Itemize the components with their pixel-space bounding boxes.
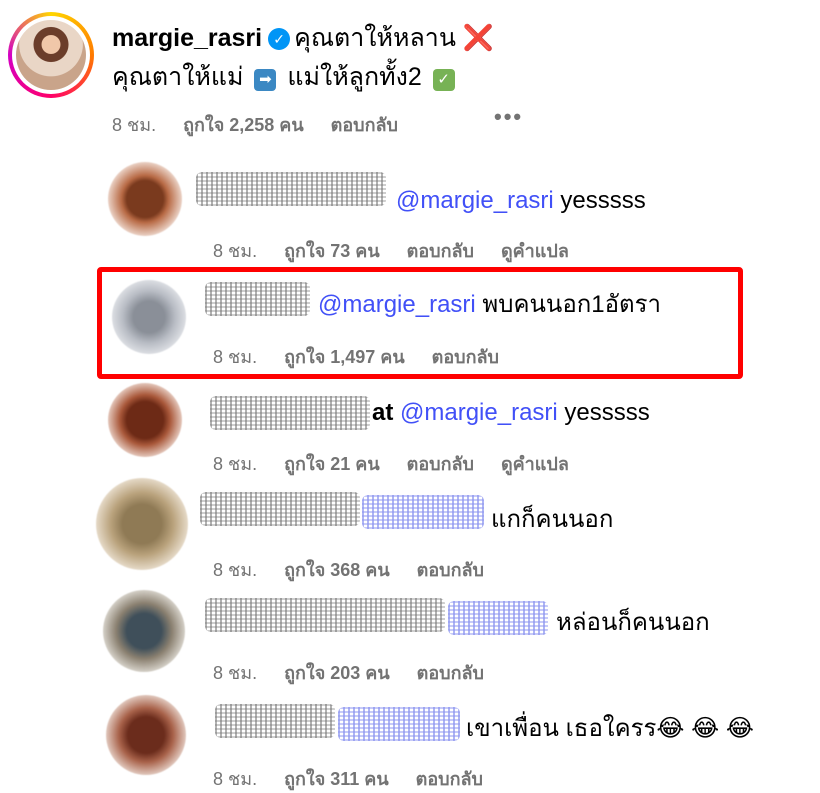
comment-text: yesssss (564, 399, 650, 426)
timestamp: 8 ชม. (213, 663, 258, 683)
avatar[interactable] (108, 162, 182, 236)
more-options-icon[interactable]: ••• (494, 104, 523, 130)
blurred-username[interactable] (196, 172, 386, 206)
comment-text: แม่ให้ลูกทั้ง2 (287, 63, 422, 91)
likes-count[interactable]: ถูกใจ 311 คน (284, 769, 389, 789)
timestamp: 8 ชม. (213, 560, 258, 580)
comment-text: คุณตาให้แม่ (112, 63, 244, 91)
reply-button[interactable]: ตอบกลับ (407, 241, 474, 261)
main-comment-line1: margie_rasri ✓ คุณตาให้หลาน ❌ (112, 21, 494, 55)
username-fragment[interactable]: at (372, 399, 393, 426)
timestamp: 8 ชม. (213, 454, 258, 474)
comment-text: yesssss (560, 187, 646, 214)
comment-text: หล่อนก็คนนอก (556, 609, 710, 636)
reply-text: หล่อนก็คนนอก (556, 607, 710, 639)
reply-button[interactable]: ตอบกลับ (417, 560, 484, 580)
reply-text: @margie_rasri yesssss (396, 185, 646, 217)
likes-count[interactable]: ถูกใจ 21 คน (284, 454, 380, 474)
avatar[interactable] (106, 695, 186, 775)
reply-meta: 8 ชม. ถูกใจ 21 คน ตอบกลับ ดูคำแปล (213, 449, 591, 478)
reply-text: at @margie_rasri yesssss (372, 397, 650, 429)
blurred-mention[interactable] (448, 601, 548, 635)
avatar[interactable] (16, 20, 86, 90)
avatar-border (12, 16, 90, 94)
avatar[interactable] (103, 590, 185, 672)
main-comment-meta: 8 ชม. ถูกใจ 2,258 คน ตอบกลับ (112, 110, 420, 139)
blurred-username[interactable] (200, 492, 360, 526)
reply-meta: 8 ชม. ถูกใจ 73 คน ตอบกลับ ดูคำแปล (213, 236, 591, 265)
laughing-emoji-icon: 😂 😂 😂 (656, 715, 754, 742)
profile-avatar-ring[interactable] (8, 12, 94, 98)
translate-button[interactable]: ดูคำแปล (501, 241, 569, 261)
likes-count[interactable]: ถูกใจ 368 คน (284, 560, 390, 580)
timestamp: 8 ชม. (213, 241, 258, 261)
comment-text: คุณตาให้หลาน (294, 24, 456, 52)
mention-link[interactable]: @margie_rasri (400, 399, 558, 426)
blurred-mention[interactable] (338, 707, 460, 741)
timestamp: 8 ชม. (112, 115, 157, 135)
cross-mark-emoji-icon: ❌ (462, 24, 495, 52)
comment-text: เขาเพื่อน เธอใครร (466, 715, 657, 742)
likes-count[interactable]: ถูกใจ 2,258 คน (183, 115, 304, 135)
comment-text: แกก็คนนอก (491, 506, 614, 533)
highlight-box (97, 267, 743, 379)
reply-meta: 8 ชม. ถูกใจ 368 คน ตอบกลับ (213, 555, 506, 584)
likes-count[interactable]: ถูกใจ 203 คน (284, 663, 390, 683)
verified-badge-icon: ✓ (268, 28, 291, 50)
avatar[interactable] (108, 383, 182, 457)
reply-button[interactable]: ตอบกลับ (416, 769, 483, 789)
check-mark-emoji-icon: ✓ (432, 69, 455, 91)
username-link[interactable]: margie_rasri (112, 24, 262, 52)
main-comment-line2: คุณตาให้แม่ ➡ แม่ให้ลูกทั้ง2 ✓ (112, 60, 459, 94)
mention-link[interactable]: @margie_rasri (396, 187, 554, 214)
likes-count[interactable]: ถูกใจ 73 คน (284, 241, 380, 261)
reply-button[interactable]: ตอบกลับ (331, 115, 398, 135)
blurred-username[interactable] (215, 704, 335, 738)
translate-button[interactable]: ดูคำแปล (501, 454, 569, 474)
blurred-username[interactable] (205, 598, 445, 632)
reply-button[interactable]: ตอบกลับ (417, 663, 484, 683)
timestamp: 8 ชม. (213, 769, 258, 789)
reply-button[interactable]: ตอบกลับ (407, 454, 474, 474)
avatar[interactable] (96, 478, 188, 570)
blurred-username[interactable] (210, 396, 370, 430)
reply-text: เขาเพื่อน เธอใครร😂 😂 😂 (466, 713, 754, 745)
reply-text: แกก็คนนอก (491, 504, 613, 536)
blurred-mention[interactable] (362, 495, 484, 529)
right-arrow-emoji-icon: ➡ (254, 69, 277, 91)
reply-meta: 8 ชม. ถูกใจ 203 คน ตอบกลับ (213, 658, 506, 687)
